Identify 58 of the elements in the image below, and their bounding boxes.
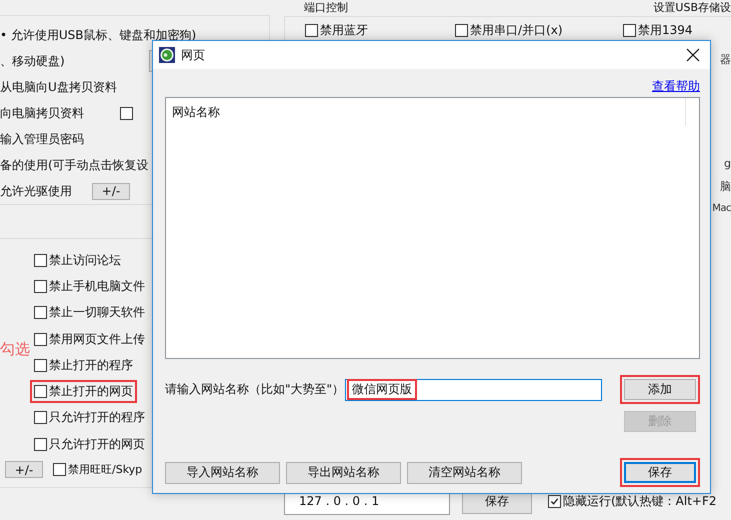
option-label: Mac: [712, 203, 731, 214]
checkbox-option[interactable]: 只允许打开的程序: [30, 406, 149, 430]
close-icon[interactable]: [686, 48, 700, 62]
checkbox-option[interactable]: 只允许打开的网页: [30, 432, 149, 456]
checkbox[interactable]: [34, 411, 47, 424]
checkbox[interactable]: [34, 438, 47, 451]
option-label: 器: [720, 52, 731, 67]
highlight-frame: 微信网页版: [347, 379, 417, 400]
checkbox[interactable]: [623, 24, 636, 36]
checkbox-option[interactable]: 禁用蓝牙: [301, 20, 451, 40]
checkbox-option[interactable]: 禁用网页文件上传: [30, 328, 149, 351]
checkbox-option[interactable]: 禁用旺旺/Skyp: [51, 459, 146, 480]
option-label: • 允许使用USB鼠标、键盘和加密狗): [0, 26, 196, 44]
add-button[interactable]: 添加: [624, 379, 696, 400]
checkbox-option[interactable]: 禁用串口/并口(x): [451, 20, 619, 40]
checkbox[interactable]: [34, 332, 47, 346]
checkbox-option[interactable]: 禁用1394: [619, 20, 697, 40]
column-header[interactable]: 网站名称: [172, 104, 220, 120]
checkbox[interactable]: [120, 106, 133, 120]
checkbox[interactable]: [34, 385, 47, 398]
section-title: 设置USB存储设: [653, 0, 731, 14]
checkbox-option[interactable]: 禁止访问论坛: [30, 248, 125, 272]
website-name-field[interactable]: 微信网页版: [345, 378, 602, 400]
checkbox-option[interactable]: 禁止打开的网页: [30, 380, 137, 404]
option-label: 备的使用(可手动点击恢复设: [0, 156, 149, 174]
toggle-button[interactable]: +/-: [92, 182, 130, 200]
app-icon: [159, 47, 175, 63]
action-button[interactable]: 清空网站名称: [407, 462, 522, 484]
website-list[interactable]: 网站名称: [165, 97, 700, 359]
checkbox-option[interactable]: 禁止一切聊天软件: [30, 301, 149, 324]
input-label: 请输入网站名称（比如"大势至"）: [165, 381, 345, 398]
toggle-button[interactable]: +/-: [5, 461, 43, 478]
checkbox-option[interactable]: 禁止打开的程序: [30, 354, 137, 377]
option-label: g: [724, 157, 731, 170]
option-label: 从电脑向U盘拷贝资料: [0, 78, 117, 96]
annotation-text: 勾选: [0, 340, 30, 360]
help-link[interactable]: 查看帮助: [652, 78, 700, 95]
checkbox[interactable]: [34, 358, 47, 372]
save-button[interactable]: 保存: [624, 462, 696, 483]
checkbox-option[interactable]: 禁止手机电脑文件: [30, 274, 149, 298]
checkbox[interactable]: [34, 280, 47, 293]
option-label: 输入管理员密码: [0, 130, 84, 148]
option-label: 向电脑拷贝资料: [0, 104, 84, 122]
checkbox[interactable]: [305, 24, 318, 36]
option-label: 脑: [720, 179, 731, 194]
checkbox-option[interactable]: 隐藏运行(默认热键：Alt+F2: [544, 490, 721, 512]
option-label: 允许光驱使用: [0, 182, 72, 200]
checkbox[interactable]: [455, 24, 468, 36]
checkbox[interactable]: [548, 494, 561, 508]
option-label: 、移动硬盘): [0, 52, 65, 70]
check-icon: [550, 496, 559, 506]
section-title: 端口控制: [304, 0, 348, 14]
action-button[interactable]: 导入网站名称: [165, 462, 280, 484]
action-button[interactable]: 导出网站名称: [286, 462, 401, 484]
window-title: 网页: [181, 46, 206, 64]
checkbox[interactable]: [34, 254, 47, 267]
checkbox[interactable]: [34, 306, 47, 320]
checkbox[interactable]: [53, 463, 66, 476]
